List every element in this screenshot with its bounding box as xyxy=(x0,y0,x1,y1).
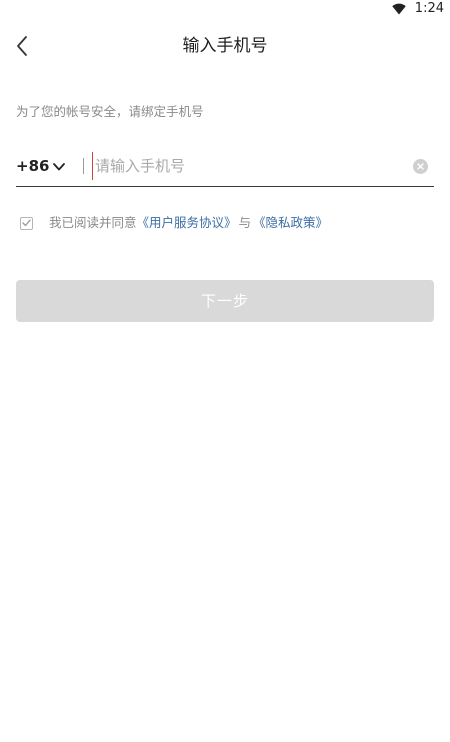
country-code-divider xyxy=(83,158,84,174)
clear-icon xyxy=(417,163,424,170)
agreement-checkbox[interactable] xyxy=(20,216,33,230)
user-agreement-link[interactable]: 《用户服务协议》 xyxy=(137,214,237,232)
privacy-policy-link[interactable]: 《隐私政策》 xyxy=(253,214,328,232)
chevron-down-icon xyxy=(53,162,66,170)
next-step-button[interactable]: 下一步 xyxy=(16,280,434,322)
country-code-label: +86 xyxy=(16,157,50,175)
phone-input-row: +86 xyxy=(16,148,434,187)
country-code-selector[interactable]: +86 xyxy=(16,156,66,176)
wifi-icon xyxy=(392,3,406,15)
agreement-conjunction: 与 xyxy=(238,215,252,230)
clear-input-button[interactable] xyxy=(413,159,428,174)
status-bar: 1:24 xyxy=(0,0,450,20)
bind-phone-hint: 为了您的帐号安全，请绑定手机号 xyxy=(16,104,204,119)
agreement-row: 我已阅读并同意 《用户服务协议》 与 《隐私政策》 xyxy=(20,214,328,232)
status-time: 1:24 xyxy=(414,1,444,16)
page-title: 输入手机号 xyxy=(182,36,268,56)
phone-number-input[interactable] xyxy=(92,152,395,180)
header: 输入手机号 xyxy=(0,26,450,66)
agreement-prefix: 我已阅读并同意 xyxy=(49,215,137,230)
check-icon xyxy=(22,219,31,227)
